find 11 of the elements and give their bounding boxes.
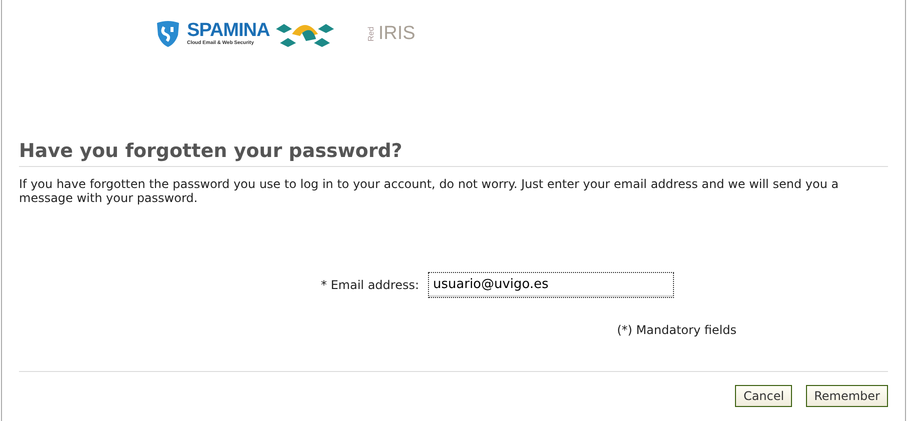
logo-name: SPAMINA: [187, 22, 270, 40]
shield-logo-icon: [155, 20, 181, 48]
logo-name: IRIS: [378, 22, 416, 46]
email-field[interactable]: usuario@uvigo.es: [428, 272, 674, 298]
page-heading: Have you forgotten your password?: [19, 140, 888, 167]
action-button[interactable]: Remember: [806, 384, 888, 407]
action-button[interactable]: Cancel: [735, 384, 792, 407]
logo-prefix: Red: [365, 26, 376, 42]
intro-text: If you have forgotten the password you use to log in to your account, do not worry. Just enter your email address and we will send you a message with your password.: [19, 176, 840, 205]
mandatory-note: (*) Mandatory fields: [617, 322, 737, 337]
field-label: * Email address:: [320, 276, 419, 294]
